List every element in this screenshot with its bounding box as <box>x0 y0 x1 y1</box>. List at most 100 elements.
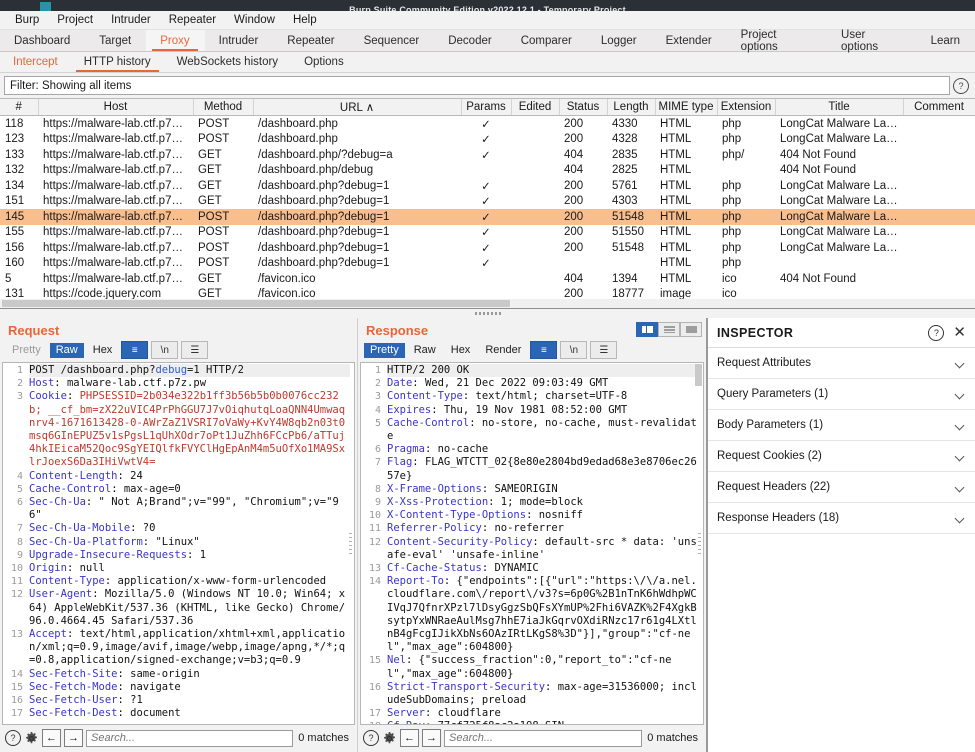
tab-extender[interactable]: Extender <box>652 30 727 51</box>
tab-comparer[interactable]: Comparer <box>507 30 587 51</box>
table-row[interactable]: 155 https://malware-lab.ctf.p7z.pw POST/da… <box>0 225 975 241</box>
menu-item-window[interactable]: Window <box>225 11 284 29</box>
column-header-method[interactable]: Method <box>193 99 254 116</box>
column-header-params[interactable]: Params <box>461 99 512 116</box>
menu-item-help[interactable]: Help <box>284 11 326 29</box>
row-edited <box>511 271 559 287</box>
table-row[interactable]: 5 https://malware-lab.ctf.p7z.pw GET/favic… <box>0 271 975 287</box>
column-header-comment[interactable]: Comment <box>903 99 975 116</box>
tab-proxy[interactable]: Proxy <box>146 30 205 51</box>
inspector-section-6[interactable]: Response Headers (18) <box>708 503 975 534</box>
menu-icon[interactable]: ☰ <box>590 341 618 359</box>
find-previous-button[interactable]: ← <box>42 729 61 747</box>
request-tab-raw[interactable]: Raw <box>49 342 84 358</box>
column-header-status[interactable]: Status <box>559 99 608 116</box>
find-previous-button[interactable]: ← <box>400 729 419 747</box>
chevron-down-icon[interactable] <box>955 513 966 524</box>
tab-target[interactable]: Target <box>85 30 146 51</box>
wrap-lines-icon[interactable]: ≡ <box>121 341 149 359</box>
wrap-lines-icon[interactable]: ≡ <box>530 341 558 359</box>
request-body[interactable]: 1 2 3 4 5 6 7 8 9 10 11 12 13 14 15 16 17 POST /dashboar… <box>2 362 355 725</box>
tab-decoder[interactable]: Decoder <box>434 30 506 51</box>
response-tab-raw[interactable]: Raw <box>408 343 442 358</box>
tab-dashboard[interactable]: Dashboard <box>0 30 85 51</box>
column-header-extension[interactable]: Extension <box>717 99 776 116</box>
menu-item-project[interactable]: Project <box>48 11 102 29</box>
chevron-down-icon[interactable] <box>955 451 966 462</box>
chevron-down-icon[interactable] <box>955 420 966 431</box>
chevron-down-icon[interactable] <box>955 358 966 369</box>
request-pane-header: Request <box>0 318 357 341</box>
tab-repeater[interactable]: Repeater <box>273 30 349 51</box>
tab-project-options[interactable]: Project options <box>727 29 827 53</box>
close-icon[interactable]: ✕ <box>953 325 966 340</box>
subtab-options[interactable]: Options <box>291 52 357 72</box>
table-row[interactable]: 123 https://malware-lab.ctf.p7z.pw POST/da… <box>0 132 975 148</box>
response-tab-render[interactable]: Render <box>479 343 527 358</box>
table-row[interactable]: 160 https://malware-lab.ctf.p7z.pw POST/da… <box>0 256 975 272</box>
help-icon[interactable]: ? <box>5 730 21 746</box>
chevron-down-icon[interactable] <box>955 482 966 493</box>
request-text[interactable]: POST /dashboard.php?debug=1 HTTP/2 Host: … <box>26 363 354 720</box>
table-row[interactable]: 134 https://malware-lab.ctf.p7z.pw GET/das… <box>0 178 975 194</box>
request-tab-hex[interactable]: Hex <box>87 343 119 358</box>
menu-item-intruder[interactable]: Intruder <box>102 11 160 29</box>
horizontal-view-icon[interactable] <box>658 322 680 337</box>
column-header-url[interactable]: URL ∧ <box>253 99 462 116</box>
table-row[interactable]: 156 https://malware-lab.ctf.p7z.pw POST/da… <box>0 240 975 256</box>
response-search-input[interactable] <box>444 729 643 747</box>
table-row[interactable]: 118 https://malware-lab.ctf.p7z.pw POST/da… <box>0 116 975 132</box>
table-row[interactable]: 133 https://malware-lab.ctf.p7z.pw GET/das… <box>0 147 975 163</box>
horizontal-scrollbar[interactable] <box>0 299 975 308</box>
gear-icon[interactable] <box>382 731 397 746</box>
tab-user-options[interactable]: User options <box>827 29 917 53</box>
column-header-mime-type[interactable]: MIME type <box>655 99 718 116</box>
inspector-section-1[interactable]: Request Attributes <box>708 348 975 379</box>
response-scrollbar-thumb[interactable] <box>695 364 702 386</box>
request-search-input[interactable] <box>86 729 294 747</box>
newline-icon[interactable]: \n <box>560 341 588 359</box>
tab-learn[interactable]: Learn <box>917 30 975 51</box>
filter-bar[interactable]: Filter: Showing all items <box>4 76 950 95</box>
gear-icon[interactable] <box>24 731 39 746</box>
single-view-icon[interactable] <box>680 322 702 337</box>
response-tab-pretty[interactable]: Pretty <box>364 342 405 358</box>
request-tab-pretty[interactable]: Pretty <box>6 343 47 358</box>
column-header-title[interactable]: Title <box>775 99 904 116</box>
response-text[interactable]: HTTP/2 200 OK Date: Wed, 21 Dec 2022 09:0… <box>384 363 703 724</box>
table-row[interactable]: 151 https://malware-lab.ctf.p7z.pw GET/das… <box>0 194 975 210</box>
horizontal-scrollbar-thumb[interactable] <box>2 300 510 307</box>
column-header-length[interactable]: Length <box>607 99 656 116</box>
inspector-section-5[interactable]: Request Headers (22) <box>708 472 975 503</box>
subtab-websockets-history[interactable]: WebSockets history <box>164 52 291 72</box>
table-row[interactable]: 132 https://malware-lab.ctf.p7z.pw GET/das… <box>0 163 975 179</box>
tab-logger[interactable]: Logger <box>587 30 652 51</box>
inspector-section-4[interactable]: Request Cookies (2) <box>708 441 975 472</box>
help-icon[interactable]: ? <box>953 77 969 94</box>
subtab-http-history[interactable]: HTTP history <box>71 52 164 72</box>
subtab-intercept[interactable]: Intercept <box>0 52 71 72</box>
column-header-edited[interactable]: Edited <box>511 99 560 116</box>
inspector-section-3[interactable]: Body Parameters (1) <box>708 410 975 441</box>
pane-splitter[interactable] <box>0 309 975 318</box>
help-icon[interactable]: ? <box>928 324 945 341</box>
menu-item-repeater[interactable]: Repeater <box>160 11 225 29</box>
response-tab-hex[interactable]: Hex <box>445 343 477 358</box>
help-icon[interactable]: ? <box>363 730 379 746</box>
newline-icon[interactable]: \n <box>151 341 179 359</box>
tab-sequencer[interactable]: Sequencer <box>350 30 435 51</box>
row-url: /dashboard.php?debug=1 <box>258 257 390 270</box>
menu-icon[interactable]: ☰ <box>181 341 209 359</box>
inspector-section-2[interactable]: Query Parameters (1) <box>708 379 975 410</box>
response-body[interactable]: 123456789101112131415161718 HTTP/2 200 O… <box>360 362 704 725</box>
split-view-icon[interactable] <box>636 322 658 337</box>
chevron-down-icon[interactable] <box>955 389 966 400</box>
column-header-index[interactable]: # <box>0 99 39 116</box>
column-header-host[interactable]: Host <box>38 99 194 116</box>
find-next-button[interactable]: → <box>422 729 441 747</box>
inspector-header: INSPECTOR ? ✕ <box>708 318 975 348</box>
find-next-button[interactable]: → <box>64 729 83 747</box>
tab-intruder[interactable]: Intruder <box>205 30 274 51</box>
table-row[interactable]: 145 https://malware-lab.ctf.p7z.pw POST/da… <box>0 209 975 225</box>
menu-item-burp[interactable]: Burp <box>6 11 48 29</box>
